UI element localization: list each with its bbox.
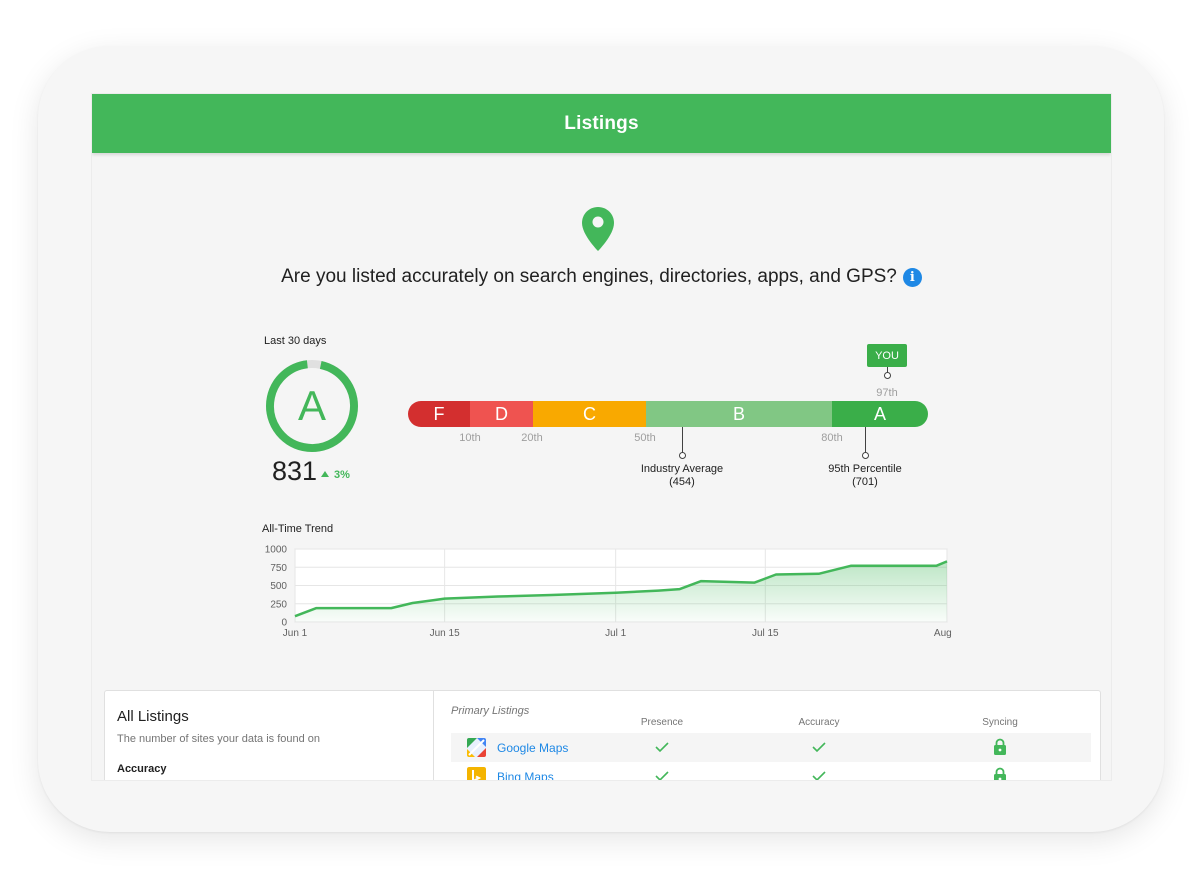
y-tick-label: 1000 [265, 545, 288, 556]
y-tick-label: 500 [270, 581, 287, 592]
google-maps-icon [467, 738, 486, 757]
trend-chart: 0 250 500 750 1000 Jun 1 Jun 15 Jul 1 Jul 15 Aug … [265, 545, 952, 640]
trend-title: All-Time Trend [262, 523, 334, 535]
tick-20th: 20th [521, 432, 543, 444]
arrow-up-icon [321, 471, 329, 477]
primary-listings-title: Primary Listings [451, 705, 530, 717]
grade-segment-a: A [832, 401, 928, 427]
listing-name[interactable]: Google Maps [497, 741, 568, 755]
accuracy-label: Accuracy [117, 763, 167, 775]
industry-average-label: Industry Average (454) [641, 463, 723, 489]
lock-icon [994, 738, 1006, 755]
95th-percentile-value: (701) [852, 476, 878, 488]
column-presence: Presence [640, 717, 684, 728]
grade-letter: A [298, 382, 326, 429]
listing-row-bing-maps[interactable]: Bing Maps [451, 762, 1091, 780]
95th-percentile-text: 95th Percentile [828, 463, 902, 475]
x-tick-label: Jul 1 [605, 628, 627, 639]
y-tick-label: 250 [270, 599, 287, 610]
you-marker-dot [884, 372, 891, 379]
listings-question: Are you listed accurately on search engi… [92, 266, 1111, 288]
industry-average-value: (454) [669, 476, 695, 488]
listing-name[interactable]: Bing Maps [497, 770, 554, 780]
listing-row-google-maps[interactable]: Google Maps [451, 733, 1091, 762]
page-title: Listings [92, 94, 1111, 153]
grade-segment-b: B [646, 401, 832, 427]
grade-scale-bar: F D C B A [408, 401, 928, 427]
column-accuracy: Accuracy [798, 717, 840, 728]
industry-average-line [682, 427, 683, 454]
y-tick-label: 0 [281, 618, 287, 629]
tick-80th: 80th [821, 432, 843, 444]
delta-value: 3% [334, 469, 350, 481]
check-icon [812, 742, 826, 753]
industry-average-dot [679, 452, 686, 459]
y-tick-label: 750 [270, 563, 287, 574]
bing-icon [467, 767, 486, 780]
you-badge: YOU [867, 344, 907, 367]
x-tick-label: Aug 1 [934, 628, 952, 639]
check-icon [812, 771, 826, 780]
industry-average-text: Industry Average [640, 463, 724, 475]
check-icon [655, 742, 669, 753]
grade-segment-f: F [408, 401, 470, 427]
grade-segment-d: D [470, 401, 533, 427]
tick-10th: 10th [459, 432, 481, 444]
grade-ring: A [266, 360, 358, 452]
period-label: Last 30 days [264, 335, 327, 347]
all-listings-card[interactable]: All Listings The number of sites your da… [105, 691, 434, 780]
95th-percentile-line [865, 427, 866, 454]
listings-screen: Listings Are you listed accurately on se… [92, 94, 1111, 780]
listings-panel: All Listings The number of sites your da… [104, 690, 1101, 780]
you-percentile: 97th [876, 387, 898, 399]
x-tick-label: Jul 15 [752, 628, 779, 639]
95th-percentile-dot [862, 452, 869, 459]
95th-percentile-label: 95th Percentile (701) [828, 463, 901, 489]
question-text: Are you listed accurately on search engi… [281, 266, 897, 287]
tick-50th: 50th [634, 432, 656, 444]
score-delta: 3% [321, 469, 350, 481]
x-tick-label: Jun 1 [283, 628, 308, 639]
check-icon [655, 771, 669, 780]
column-syncing: Syncing [982, 717, 1018, 728]
all-listings-subtitle: The number of sites your data is found o… [117, 733, 321, 745]
lock-icon [994, 767, 1006, 780]
grade-segment-c: C [533, 401, 646, 427]
info-icon[interactable]: i [902, 268, 922, 287]
score-value: 831 [272, 456, 318, 486]
x-tick-label: Jun 15 [430, 628, 460, 639]
all-listings-title: All Listings [117, 708, 189, 725]
location-pin-icon [582, 207, 614, 251]
